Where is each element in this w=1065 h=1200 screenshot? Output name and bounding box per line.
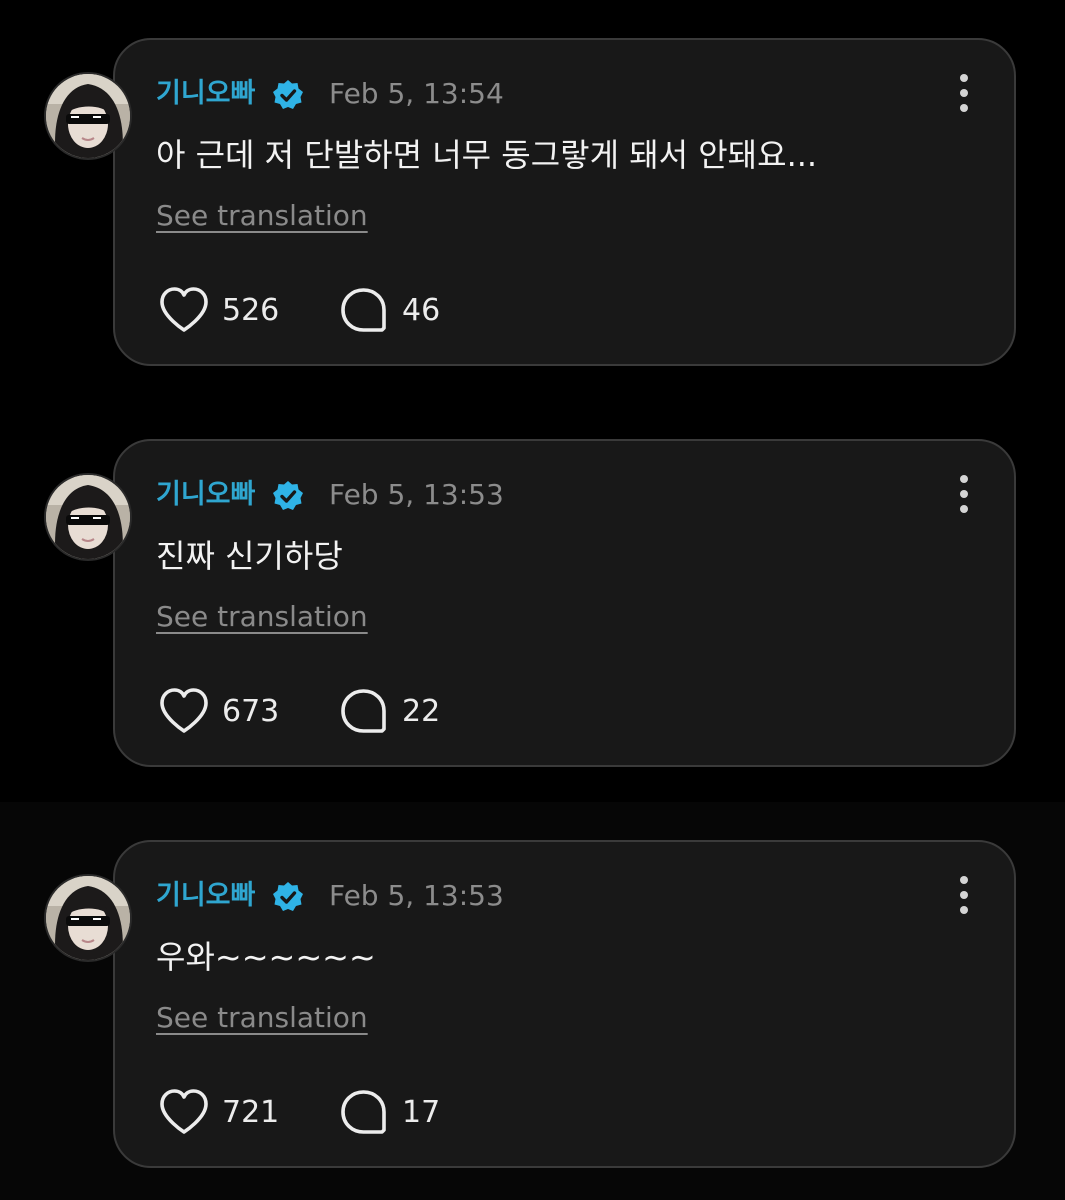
avatar[interactable]	[44, 874, 132, 962]
reply-count: 22	[402, 694, 441, 729]
username[interactable]: 기니오빠	[156, 74, 255, 114]
verified-badge-icon	[272, 480, 304, 512]
reply-count: 17	[402, 1095, 441, 1130]
timestamp: Feb 5, 13:54	[329, 77, 504, 110]
avatar[interactable]	[44, 473, 132, 561]
see-translation-link[interactable]: See translation	[156, 196, 368, 236]
like-count: 721	[222, 1095, 280, 1130]
comment-post: 기니오빠 Feb 5, 13:54 아 근데 저 단발하면 너무 동그랗게 돼서 안…	[0, 38, 1065, 374]
comment-post: 기니오빠 Feb 5, 13:53 우와~~~~~~ See translation 7…	[0, 840, 1065, 1176]
verified-badge-icon	[272, 881, 304, 913]
timestamp: Feb 5, 13:53	[329, 478, 504, 511]
more-vertical-icon[interactable]	[948, 475, 980, 515]
see-translation-link[interactable]: See translation	[156, 597, 368, 637]
username[interactable]: 기니오빠	[156, 475, 255, 515]
comment-text: 우와~~~~~~	[156, 938, 376, 976]
username[interactable]: 기니오빠	[156, 876, 255, 916]
comment-post: 기니오빠 Feb 5, 13:53 진짜 신기하당 See translation 67…	[0, 439, 1065, 775]
comment-thread-screen: 기니오빠 Feb 5, 13:54 아 근데 저 단발하면 너무 동그랗게 돼서 안…	[0, 0, 1065, 1200]
verified-badge-icon	[272, 79, 304, 111]
timestamp: Feb 5, 13:53	[329, 879, 504, 912]
like-count: 673	[222, 694, 280, 729]
reply-count: 46	[402, 293, 441, 328]
like-count: 526	[222, 293, 280, 328]
comment-text: 아 근데 저 단발하면 너무 동그랗게 돼서 안돼요...	[156, 136, 818, 174]
more-vertical-icon[interactable]	[948, 876, 980, 916]
comment-text: 진짜 신기하당	[156, 537, 343, 575]
see-translation-link[interactable]: See translation	[156, 998, 368, 1038]
more-vertical-icon[interactable]	[948, 74, 980, 114]
avatar[interactable]	[44, 72, 132, 160]
